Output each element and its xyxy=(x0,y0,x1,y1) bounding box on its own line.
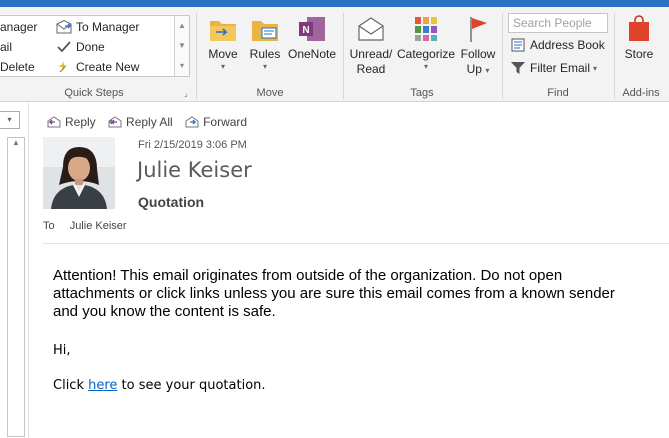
categorize-grid-icon xyxy=(415,17,437,41)
group-label-tags: Tags xyxy=(410,87,434,99)
ribbon-separator xyxy=(196,13,197,99)
rules-button[interactable]: Rules ▾ xyxy=(247,15,283,72)
reading-pane: Reply Reply All Forward Fri 2/15/2019 3:… xyxy=(30,103,669,438)
quick-step-done[interactable]: Done xyxy=(56,40,105,54)
ribbon-separator xyxy=(502,13,503,99)
envelope-open-icon xyxy=(358,17,384,41)
forward-envelope-icon xyxy=(56,20,72,34)
expand-gallery-icon[interactable]: ▾ xyxy=(175,56,189,76)
quick-step-create-new-label: Create New xyxy=(76,60,140,74)
forward-icon xyxy=(185,116,199,128)
dropdown-caret-icon: ▾ xyxy=(220,62,225,71)
reply-all-button[interactable]: Reply All xyxy=(107,115,173,129)
recipient-name[interactable]: Julie Keiser xyxy=(70,220,127,232)
person-photo-icon xyxy=(43,137,115,209)
scroll-up-icon[interactable]: ▲ xyxy=(175,16,189,36)
reply-all-label: Reply All xyxy=(126,115,173,129)
dropdown-caret-icon: ▾ xyxy=(423,62,428,71)
categorize-label: Categorize xyxy=(397,47,456,61)
flag-icon xyxy=(470,17,487,42)
sender-name[interactable]: Julie Keiser xyxy=(137,158,252,182)
follow-up-label-2: Up ▾ xyxy=(458,62,498,78)
dropdown-caret-icon: ▾ xyxy=(262,62,267,71)
unread-read-label-2: Read xyxy=(356,62,386,76)
store-bag-icon xyxy=(629,15,649,41)
scroll-down-icon[interactable]: ▼ xyxy=(175,36,189,56)
quick-step-to-manager-label: To Manager xyxy=(76,20,140,34)
message-actions: Reply Reply All Forward xyxy=(46,115,255,132)
categorize-button[interactable]: Categorize ▾ xyxy=(397,15,455,72)
quick-step-email[interactable]: ail xyxy=(0,40,12,54)
dropdown-caret-icon: ▾ xyxy=(485,66,490,75)
store-button[interactable]: Store xyxy=(620,15,658,62)
ribbon-separator xyxy=(614,13,615,99)
reply-button[interactable]: Reply xyxy=(46,115,96,129)
move-button[interactable]: Move ▾ xyxy=(204,15,242,72)
onenote-icon: N xyxy=(299,17,325,41)
forward-label: Forward xyxy=(203,115,248,129)
to-label: To xyxy=(43,220,55,232)
external-sender-warning: Attention! This email originates from ou… xyxy=(53,267,615,320)
move-button-label: Move xyxy=(208,47,238,61)
unread-read-button[interactable]: Unread/ Read xyxy=(348,15,394,77)
quick-step-manager[interactable]: anager xyxy=(0,20,37,34)
body-click-line: Click here to see your quotation. xyxy=(53,378,266,393)
list-filter-dropdown[interactable]: ▾ xyxy=(0,111,20,129)
rules-button-label: Rules xyxy=(249,47,281,61)
filter-email-label: Filter Email xyxy=(530,61,591,75)
message-list-scrollbar[interactable]: ▲ xyxy=(7,137,25,437)
body-greeting: Hi, xyxy=(53,343,71,358)
group-label-addins: Add-ins xyxy=(622,87,660,99)
sender-avatar[interactable] xyxy=(43,137,115,209)
checkmark-icon xyxy=(57,41,71,53)
ribbon: anager ail Delete To Manager Done Create… xyxy=(0,7,669,102)
unread-read-label-1: Unread/ xyxy=(349,47,393,61)
dialog-launcher-icon[interactable]: ⌟ xyxy=(184,89,188,98)
filter-email-button[interactable]: Filter Email ▾ xyxy=(510,61,597,75)
group-label-move: Move xyxy=(256,87,284,99)
message-date: Fri 2/15/2019 3:06 PM xyxy=(138,139,247,151)
group-label-find: Find xyxy=(547,87,569,99)
reply-icon xyxy=(47,116,61,128)
reply-all-icon xyxy=(108,116,122,128)
recipient-line: To Julie Keiser xyxy=(43,220,127,232)
search-people-input[interactable]: Search People xyxy=(508,13,608,33)
header-divider xyxy=(43,243,669,244)
quick-steps-gallery: anager ail Delete To Manager Done Create… xyxy=(0,15,190,77)
quick-step-to-manager[interactable]: To Manager xyxy=(56,20,139,34)
message-subject: Quotation xyxy=(138,194,205,210)
follow-up-label-1: Follow xyxy=(460,47,496,61)
forward-button[interactable]: Forward xyxy=(184,115,247,129)
click-prefix: Click xyxy=(53,378,89,393)
follow-up-button[interactable]: Follow Up ▾ xyxy=(458,15,498,78)
svg-text:N: N xyxy=(302,25,309,36)
quick-step-create-new[interactable]: Create New xyxy=(56,60,139,74)
onenote-button-label: OneNote xyxy=(287,47,337,61)
quick-step-delete[interactable]: Delete xyxy=(0,60,35,74)
scroll-up-icon[interactable]: ▲ xyxy=(8,138,24,147)
store-label: Store xyxy=(624,47,654,61)
rules-folder-icon xyxy=(252,21,278,41)
click-suffix: to see your quotation. xyxy=(117,378,266,393)
follow-up-label-2-text: Up xyxy=(466,62,482,76)
reply-label: Reply xyxy=(65,115,96,129)
dropdown-caret-icon: ▾ xyxy=(593,63,598,73)
address-book-icon xyxy=(511,38,525,52)
quick-steps-scroller[interactable]: ▲ ▼ ▾ xyxy=(174,16,189,76)
quotation-link[interactable]: here xyxy=(88,378,117,393)
address-book-label: Address Book xyxy=(530,38,605,52)
address-book-button[interactable]: Address Book xyxy=(510,38,605,52)
message-list-pane: ▾ ▲ xyxy=(0,103,29,438)
onenote-button[interactable]: N OneNote xyxy=(287,15,337,62)
folder-move-icon xyxy=(210,21,236,41)
sparkle-icon xyxy=(58,61,68,73)
title-bar-accent xyxy=(0,0,669,7)
quick-step-done-label: Done xyxy=(76,40,105,54)
group-label-quick-steps: Quick Steps xyxy=(64,87,124,99)
filter-funnel-icon xyxy=(511,62,525,74)
ribbon-separator xyxy=(343,13,344,99)
